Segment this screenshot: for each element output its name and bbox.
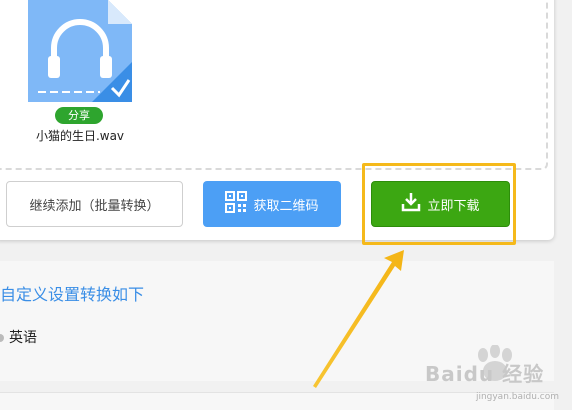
- continue-add-label: 继续添加（批量转换）: [29, 198, 160, 214]
- watermark-site: jingyan.baidu.com: [475, 392, 559, 402]
- get-qr-code-label: 获取二维码: [253, 198, 319, 214]
- settings-title: 自定义设置转换如下: [0, 285, 145, 304]
- continue-add-button[interactable]: 继续添加（批量转换）: [6, 181, 183, 227]
- language-label: 英语: [9, 330, 37, 346]
- share-badge[interactable]: 分享: [55, 107, 103, 124]
- radio-icon: [0, 334, 4, 342]
- file-item[interactable]: 分享 小猫的生日.wav: [26, 0, 136, 145]
- language-option[interactable]: 英语: [0, 327, 37, 347]
- qr-code-icon: [225, 191, 248, 217]
- headphones-file-icon: [28, 0, 132, 102]
- watermark-logo: Baidu 经验: [425, 362, 545, 386]
- file-name: 小猫的生日.wav: [35, 129, 125, 143]
- highlight-box: [362, 163, 516, 245]
- baidu-watermark: Baidu 经验 jingyan.baidu.com: [425, 340, 565, 402]
- get-qr-code-button[interactable]: 获取二维码: [203, 181, 341, 227]
